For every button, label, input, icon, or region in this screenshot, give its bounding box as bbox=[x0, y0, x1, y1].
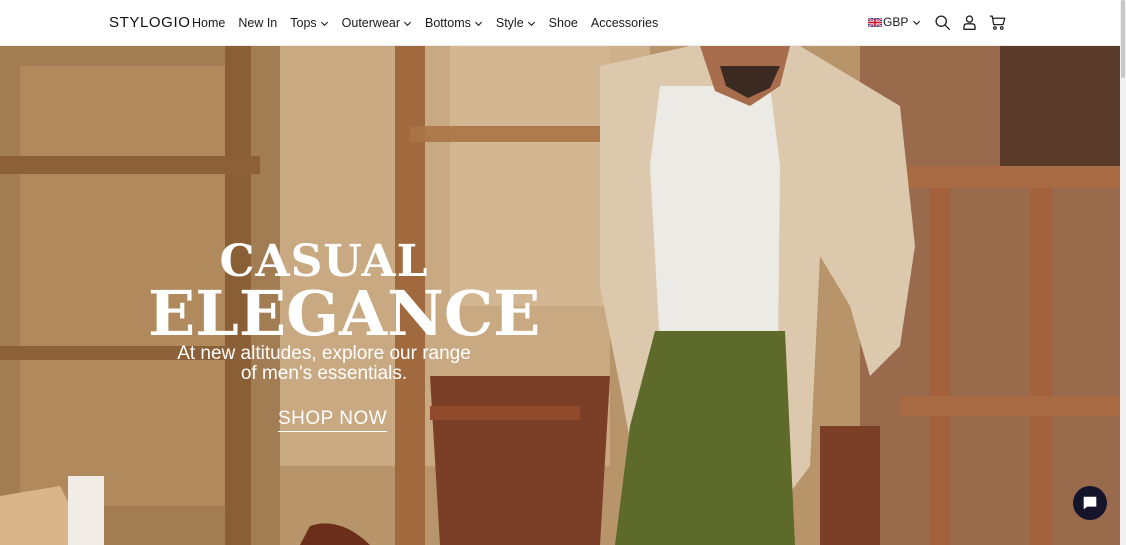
chevron-down-icon bbox=[474, 21, 482, 26]
chevron-down-icon bbox=[403, 21, 412, 26]
hero-subtitle-line2: of men's essentials. bbox=[240, 363, 408, 384]
chat-launcher-button[interactable] bbox=[1073, 486, 1107, 520]
nav-item-label: Accessories bbox=[590, 16, 659, 30]
cart-icon[interactable] bbox=[989, 14, 1006, 31]
chevron-down-icon bbox=[320, 21, 328, 26]
nav-item-accessories[interactable]: Accessories bbox=[591, 16, 658, 30]
nav-item-label: Style bbox=[495, 16, 524, 30]
nav-item-label: Tops bbox=[290, 16, 317, 30]
chat-icon bbox=[1083, 496, 1097, 510]
currency-selector[interactable]: GBP bbox=[868, 15, 921, 29]
hero-subtitle: At new altitudes, explore our range of m… bbox=[160, 344, 488, 384]
site-logo[interactable]: STYLOGIO bbox=[109, 14, 191, 31]
search-icon[interactable] bbox=[934, 14, 951, 31]
hero-subtitle-line1: At new altitudes, explore our range bbox=[177, 343, 471, 364]
nav-item-label: Home bbox=[192, 16, 226, 30]
nav-item-new-in[interactable]: New In bbox=[238, 16, 277, 30]
uk-flag-icon bbox=[868, 17, 882, 27]
user-icon[interactable] bbox=[961, 14, 978, 31]
nav-item-label: Bottoms bbox=[425, 16, 471, 30]
scrollbar-thumb[interactable] bbox=[1121, 0, 1125, 78]
nav-item-home[interactable]: Home bbox=[192, 16, 225, 30]
currency-label: GBP bbox=[883, 15, 909, 29]
nav-item-shoe[interactable]: Shoe bbox=[549, 16, 578, 30]
nav-item-bottoms[interactable]: Bottoms bbox=[425, 16, 483, 30]
chevron-down-icon bbox=[527, 21, 535, 26]
site-header: STYLOGIO Home New In Tops Outerwear Bott… bbox=[0, 0, 1120, 46]
nav-item-label: New In bbox=[238, 16, 278, 30]
shop-now-button[interactable]: SHOP NOW bbox=[278, 408, 388, 432]
page-scrollbar[interactable] bbox=[1120, 0, 1126, 545]
hero-banner: CASUAL ELEGANCE At new altitudes, explor… bbox=[0, 46, 1120, 545]
nav-item-style[interactable]: Style bbox=[496, 16, 536, 30]
nav-item-label: Outerwear bbox=[341, 16, 401, 30]
nav-item-outerwear[interactable]: Outerwear bbox=[342, 16, 412, 30]
nav-item-tops[interactable]: Tops bbox=[290, 16, 328, 30]
nav-item-label: Shoe bbox=[548, 16, 578, 30]
chevron-down-icon bbox=[913, 20, 921, 25]
hero-title-line2: ELEGANCE bbox=[148, 277, 541, 350]
main-nav: Home New In Tops Outerwear Bottoms Style… bbox=[192, 0, 671, 46]
